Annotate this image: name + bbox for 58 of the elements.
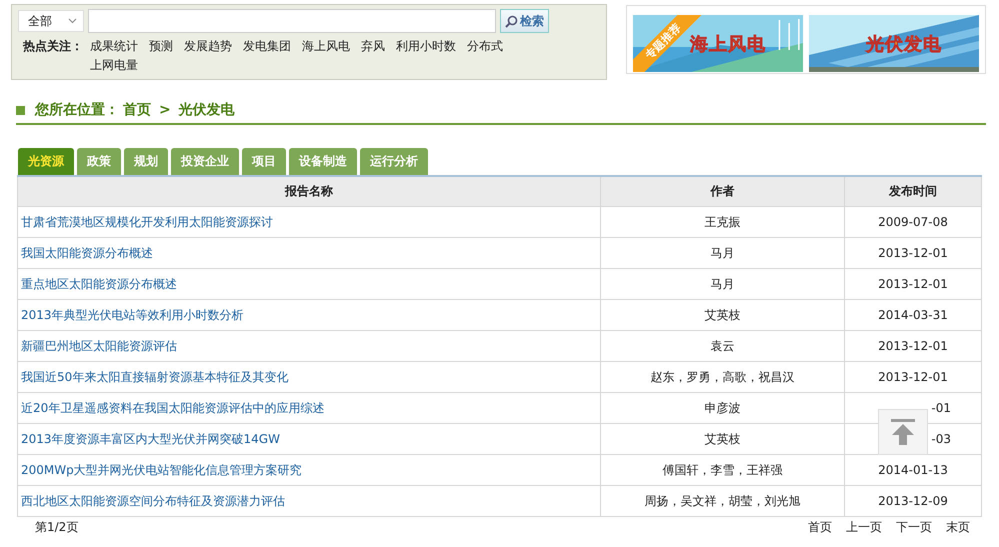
hot-topic-link[interactable]: 弃风 [361,37,385,56]
hot-topic-link[interactable]: 分布式 [467,37,503,56]
report-link[interactable]: 重点地区太阳能资源分布概述 [21,277,177,291]
report-link[interactable]: 甘肃省荒漠地区规模化开发利用太阳能资源探讨 [21,215,273,229]
table-cell: 袁云 [600,330,844,362]
date-text: 2013-12-01 [878,370,948,384]
date-text: -03 [931,432,951,446]
search-icon [505,14,518,28]
back-to-top-button[interactable] [878,409,928,455]
breadcrumb-separator: > [158,102,172,118]
date-text: 2013-12-01 [878,246,948,260]
hot-topic-link[interactable]: 上网电量 [90,56,138,75]
table-cell: 周扬，吴文祥，胡莹，刘光旭 [600,486,844,516]
pagination-link[interactable]: 下一页 [896,520,932,535]
scope-dropdown[interactable]: 全部 [18,10,84,32]
caret-icon [68,18,77,24]
table-cell: 艾英枝 [600,300,844,330]
breadcrumb-link[interactable]: 光伏发电 [178,101,235,119]
pagination-link[interactable]: 上一页 [846,520,882,535]
bullet-icon [16,106,25,114]
column-header: 报告名称 [18,176,600,206]
date-text: 2013-12-01 [878,339,948,353]
up-arrow-icon [890,419,916,445]
search-field[interactable] [88,9,496,33]
hot-topic-link[interactable]: 发电集团 [243,37,291,56]
column-header: 作者 [600,176,844,206]
date-text: 2009-07-08 [878,215,948,229]
topic-banner[interactable]: 海上风电 专题推荐 [633,15,803,72]
date-text: 2014-01-13 [878,463,948,477]
date-text: 2013-12-09 [878,494,948,508]
report-link[interactable]: 我国太阳能资源分布概述 [21,246,153,260]
table-cell: 赵东，罗勇，高歌，祝昌汉 [600,362,844,392]
hot-topic-link[interactable]: 利用小时数 [396,37,456,56]
breadcrumb-link[interactable]: 首页 [123,101,151,119]
page-status: 第1/2页 [35,520,78,535]
hot-topic-link[interactable]: 发展趋势 [184,37,232,56]
table-cell: 马月 [600,238,844,268]
table-cell: 艾英枝 [600,424,844,454]
table-cell: 申彦波 [600,392,844,424]
column-header: 发布时间 [844,176,982,206]
breadcrumb-label: 您所在位置： [35,101,119,119]
banner-title: 光伏发电 [866,32,942,56]
date-text: 2014-03-31 [878,308,948,322]
report-link[interactable]: 新疆巴州地区太阳能资源评估 [21,339,177,353]
hot-topic-link[interactable]: 海上风电 [302,37,350,56]
hot-topics-label: 热点关注： [22,38,83,55]
date-text: -01 [931,401,951,415]
table-cell: 傅国轩，李雪，王祥强 [600,454,844,486]
date-text: 2013-12-01 [878,277,948,291]
table-cell: 马月 [600,268,844,300]
hot-topic-link[interactable]: 成果统计 [90,37,138,56]
report-link[interactable]: 2013年典型光伏电站等效利用小时数分析 [21,308,244,322]
pagination-link[interactable]: 首页 [808,520,832,535]
tab[interactable]: 光资源 [18,148,74,175]
search-button[interactable]: 检索 [500,9,549,33]
hot-topic-link[interactable]: 预测 [149,37,173,56]
pagination-link[interactable]: 末页 [946,520,970,535]
table-cell: 王克振 [600,206,844,238]
